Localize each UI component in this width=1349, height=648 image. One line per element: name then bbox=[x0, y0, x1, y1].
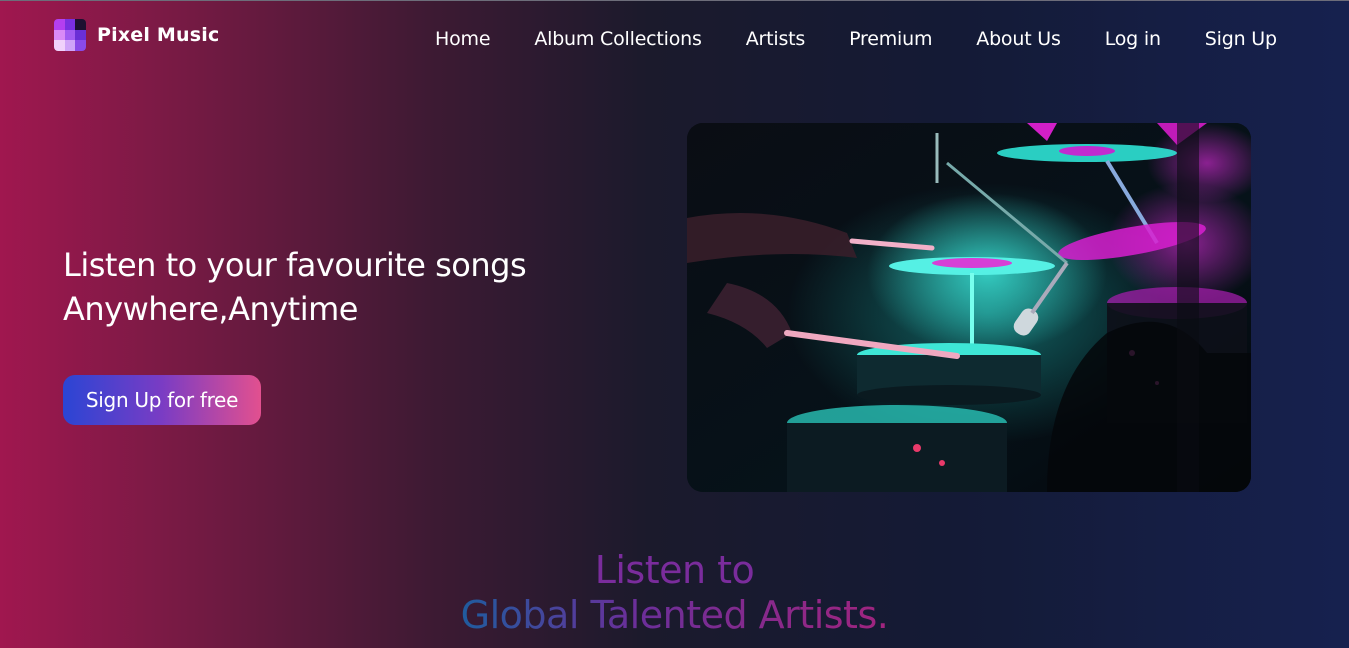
nav-album-collections[interactable]: Album Collections bbox=[534, 26, 702, 52]
pixel-logo-icon bbox=[54, 19, 86, 51]
nav-artists[interactable]: Artists bbox=[746, 26, 806, 52]
section-heading: Listen to Global Talented Artists. bbox=[0, 548, 1349, 638]
brand-logo[interactable]: Pixel Music bbox=[54, 19, 219, 51]
nav-about-us[interactable]: About Us bbox=[976, 26, 1061, 52]
hero-title-line-1: Listen to your favourite songs bbox=[63, 246, 527, 284]
hero-title: Listen to your favourite songs Anywhere,… bbox=[63, 243, 527, 331]
section-heading-line-1: Listen to bbox=[594, 548, 755, 592]
drum-kit-illustration bbox=[687, 123, 1251, 492]
nav-home[interactable]: Home bbox=[435, 26, 491, 52]
nav-premium[interactable]: Premium bbox=[849, 26, 932, 52]
top-border bbox=[0, 0, 1349, 1]
main-nav: Home Album Collections Artists Premium A… bbox=[435, 26, 1277, 52]
nav-sign-up[interactable]: Sign Up bbox=[1205, 26, 1277, 52]
section-heading-line-2: Global Talented Artists. bbox=[460, 593, 889, 637]
hero-drummer-image bbox=[687, 123, 1251, 492]
sign-up-free-button[interactable]: Sign Up for free bbox=[63, 375, 261, 425]
nav-log-in[interactable]: Log in bbox=[1105, 26, 1161, 52]
brand-name: Pixel Music bbox=[97, 24, 220, 46]
hero-title-line-2: Anywhere,Anytime bbox=[63, 290, 358, 328]
